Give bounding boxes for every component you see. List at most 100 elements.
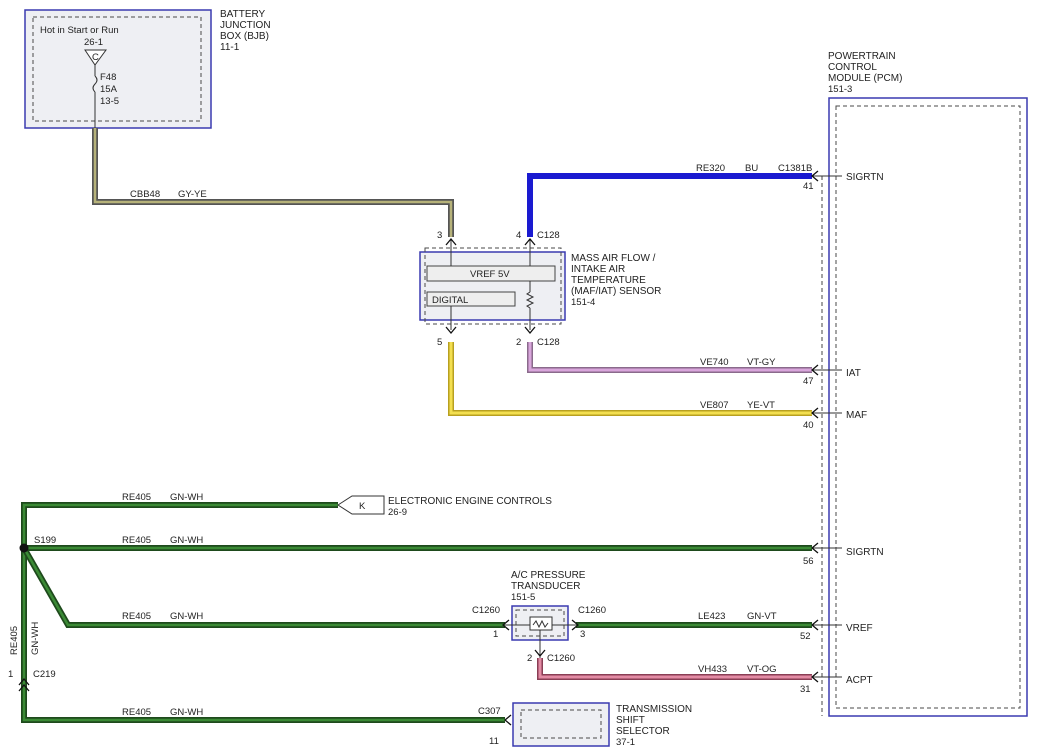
maf-sensor: VREF 5V DIGITAL 3 4 C128 5 2 C128 MASS A… [419,230,661,348]
eec-flag: K ELECTRONIC ENGINE CONTROLS 26-9 [337,495,552,518]
acp-conn-bottom: C1260 [547,653,575,664]
re405b-color: GN-WH [170,535,203,546]
pcm-title-3: MODULE (PCM) [828,73,902,84]
bjb-conn-letter: C [92,52,99,63]
re405v-color: GN-WH [30,622,41,655]
maf-pin4: 4 [516,230,521,241]
re405a-color: GN-WH [170,492,203,503]
pcm-connector: C1381B [778,163,812,174]
splice-s199-dot [19,543,29,553]
wire-re405-acp-outline [21,546,505,628]
re405v-circuit: RE405 [9,626,20,655]
acp-conn-right: C1260 [578,605,606,616]
wiring-diagram: Hot in Start or Run 26-1 C F48 15A 13-5 … [8,9,1028,748]
ve807-color: YE-VT [747,400,775,411]
pcm-pin-name: ACPT [846,675,873,686]
fuse-line-1: F48 [100,72,116,83]
maf-title-4: (MAF/IAT) SENSOR [571,286,661,297]
fuse-line-2: 15A [100,84,118,95]
wire-cbb48 [93,128,453,237]
ve740-circuit: VE740 [700,357,729,368]
pcm-title-4: 151-3 [828,84,852,95]
acp-transducer: C1260 1 C1260 3 2 C1260 A/C PRESSURE TRA… [472,570,606,664]
bjb-feed-ref: 26-1 [84,37,103,48]
maf-pin2: 2 [516,337,521,348]
wire-re405-acp [22,547,505,627]
tss-connector-icon [503,714,512,726]
maf-pin3: 3 [437,230,442,241]
re320-color: BU [745,163,758,174]
ve740-color: VT-GY [747,357,776,368]
bjb-title-1: BATTERY [220,9,266,20]
bjb-feed-label: Hot in Start or Run [40,25,119,36]
re405a-circuit: RE405 [122,492,151,503]
acp-title-1: A/C PRESSURE [511,570,586,581]
acp-pin1: 1 [493,629,498,640]
re405c-circuit: RE405 [122,611,151,622]
maf-title-5: 151-4 [571,297,595,308]
maf-conn-bottom: C128 [537,337,560,348]
c219-label: C219 [33,669,56,680]
pcm-pin-name: IAT [846,368,861,379]
bjb-title-4: 11-1 [220,42,240,53]
bjb-title-3: BOX (BJB) [220,31,269,42]
tss-outer [512,702,610,747]
le423-color: GN-VT [747,611,777,622]
acp-pin3: 3 [580,629,585,640]
le423-circuit: LE423 [698,611,725,622]
wire-re405-main [22,503,505,722]
maf-title-1: MASS AIR FLOW / [571,253,656,264]
pcm-pin-name: SIGRTN [846,547,884,558]
maf-digital-label: DIGITAL [432,295,468,306]
cbb48-circuit: CBB48 [130,189,160,200]
fuse-line-3: 13-5 [100,96,119,107]
eec-title: ELECTRONIC ENGINE CONTROLS [388,496,552,507]
pcm-pin-name: VREF [846,623,873,634]
eec-ref: 26-9 [388,507,407,518]
bjb-box: Hot in Start or Run 26-1 C F48 15A 13-5 … [24,9,271,129]
wire-re320 [527,173,812,237]
re320-circuit: RE320 [696,163,725,174]
re405d-circuit: RE405 [122,707,151,718]
acp-title-3: 151-5 [511,592,535,603]
tss-module: C307 11 TRANSMISSION SHIFT SELECTOR 37-1 [478,702,692,748]
maf-vref-label: VREF 5V [470,269,510,280]
maf-conn-top: C128 [537,230,560,241]
tss-conn: C307 [478,706,501,717]
pcm-pin-number: 40 [803,420,814,431]
wire-cbb48-outline [92,128,454,237]
pcm-pin-number: 47 [803,376,814,387]
tss-pin: 11 [489,736,499,747]
maf-pin5: 5 [437,337,442,348]
eec-letter: K [359,501,366,512]
pcm-pin-name: SIGRTN [846,172,884,183]
re405c-color: GN-WH [170,611,203,622]
vh433-color: VT-OG [747,664,777,675]
ve807-circuit: VE807 [700,400,729,411]
acp-title-2: TRANSDUCER [511,581,580,592]
maf-title-2: INTAKE AIR [571,264,625,275]
pcm-pin-name: MAF [846,410,867,421]
tss-title-4: 37-1 [616,737,635,748]
pcm-module: POWERTRAIN CONTROL MODULE (PCM) 151-3 SI… [800,51,1028,717]
re405b-circuit: RE405 [122,535,151,546]
pcm-title-2: CONTROL [828,62,877,73]
acp-pin2: 2 [527,653,532,664]
pcm-pin-number: 56 [803,556,814,567]
tss-title-2: SHIFT [616,715,645,726]
pcm-title-1: POWERTRAIN [828,51,896,62]
vh433-circuit: VH433 [698,664,727,675]
re405d-color: GN-WH [170,707,203,718]
splice-s199-label: S199 [34,535,56,546]
maf-outer [419,251,566,321]
acp-conn-left: C1260 [472,605,500,616]
tss-title-1: TRANSMISSION [616,704,692,715]
pcm-pin-number: 31 [800,684,811,695]
pcm-pin-number: 52 [800,631,811,642]
c219-pin: 1 [8,669,13,680]
maf-title-3: TEMPERATURE [571,275,646,286]
bjb-title-2: JUNCTION [220,20,271,31]
cbb48-color: GY-YE [178,189,207,200]
pcm-pin-number: 41 [803,181,814,192]
wire-re405-main-outline [21,502,505,723]
